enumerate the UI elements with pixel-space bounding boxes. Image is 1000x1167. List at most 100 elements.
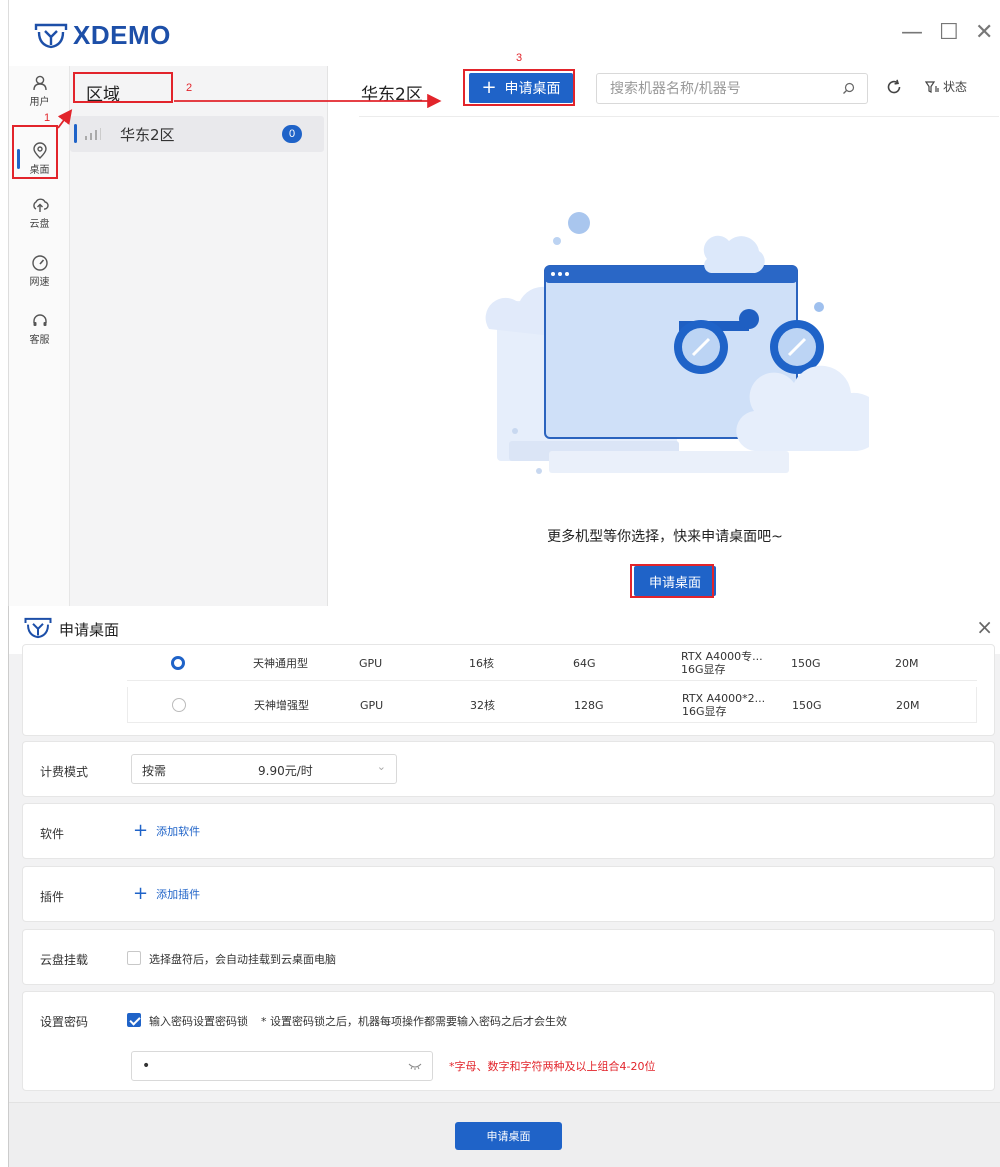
annotation-box-empty-apply xyxy=(630,564,714,598)
software-label: 软件 xyxy=(40,827,65,841)
cloud-disk-checkbox[interactable] xyxy=(127,951,141,965)
nav-item-speed[interactable]: 网速 xyxy=(9,254,70,288)
annotation-step-3: 3 xyxy=(516,52,523,64)
password-card: 设置密码 输入密码设置密码锁 * 设置密码锁之后，机器每项操作都需要输入密码之后… xyxy=(22,991,995,1091)
filter-icon xyxy=(925,80,939,93)
password-hint: *字母、数字和字符两种及以上组合4-20位 xyxy=(449,1060,656,1073)
config-radio[interactable] xyxy=(172,698,186,712)
signal-icon xyxy=(85,128,101,140)
config-radio-selected[interactable] xyxy=(171,656,185,670)
status-filter[interactable]: 状态 xyxy=(925,78,967,95)
cloud-upload-icon xyxy=(32,198,49,212)
plus-icon: + xyxy=(133,883,149,904)
config-gpu-vram: 16G显存 xyxy=(682,705,727,718)
config-bandwidth: 20M xyxy=(895,656,919,670)
header-divider xyxy=(359,116,999,117)
password-field[interactable]: • xyxy=(131,1051,433,1081)
filter-label: 状态 xyxy=(943,80,968,94)
config-bandwidth: 20M xyxy=(896,698,920,712)
password-lock-checkbox[interactable] xyxy=(127,1013,141,1027)
config-gpu: RTX A4000专... 16G显存 xyxy=(681,645,763,681)
config-gpu-model: RTX A4000*2... xyxy=(682,692,766,705)
annotation-step-1: 1 xyxy=(44,112,51,124)
minimize-button[interactable]: — xyxy=(901,22,923,44)
config-disk: 150G xyxy=(791,656,821,670)
config-type: GPU xyxy=(360,698,384,712)
submit-apply-button[interactable]: 申请桌面 xyxy=(455,1122,562,1150)
app-logo: XDEMO xyxy=(33,20,171,51)
nav-item-support[interactable]: 客服 xyxy=(9,312,70,346)
main-content: 华东2区 + 申请桌面 状态 xyxy=(329,66,1000,606)
config-row[interactable]: 天神增强型 GPU 32核 128G RTX A4000*2... 16G显存 … xyxy=(127,687,977,723)
dialog-footer: 申请桌面 xyxy=(9,1102,1000,1167)
empty-state-text: 更多机型等你选择，快来申请桌面吧~ xyxy=(547,529,783,545)
search-box xyxy=(596,73,868,104)
password-note: * 设置密码锁之后，机器每项操作都需要输入密码之后才会生效 xyxy=(261,1015,567,1028)
nav-label-cloud-disk: 云盘 xyxy=(29,219,50,230)
region-panel: 区域 华东2区 0 xyxy=(70,66,328,606)
billing-select[interactable]: 按需 9.90元/时 ⌄ xyxy=(131,754,397,784)
config-name: 天神增强型 xyxy=(254,699,309,712)
config-row[interactable]: 天神通用型 GPU 16核 64G RTX A4000专... 16G显存 15… xyxy=(127,645,977,681)
user-icon xyxy=(32,75,47,91)
config-cpu: 32核 xyxy=(470,699,495,712)
page: XDEMO — ☐ ✕ 用户 桌面 云盘 网速 客服 区域 华东2区 0 华东2… xyxy=(0,0,1000,1167)
maximize-button[interactable]: ☐ xyxy=(939,22,959,44)
dialog-close-button[interactable]: × xyxy=(976,617,993,637)
config-table-card: 天神通用型 GPU 16核 64G RTX A4000专... 16G显存 15… xyxy=(22,644,995,736)
password-lock-text: 输入密码设置密码锁 xyxy=(149,1015,248,1028)
annotation-box-region xyxy=(73,72,173,103)
config-gpu-vram: 16G显存 xyxy=(681,663,726,676)
billing-card: 计费模式 按需 9.90元/时 ⌄ xyxy=(22,741,995,797)
search-input[interactable] xyxy=(597,74,827,103)
billing-price: 9.90元/时 xyxy=(258,764,313,778)
nav-label-speed: 网速 xyxy=(29,277,50,288)
config-memory: 128G xyxy=(574,698,604,712)
logo-icon xyxy=(24,617,52,639)
app-name: XDEMO xyxy=(73,20,171,50)
region-count-badge: 0 xyxy=(282,125,302,143)
region-name: 华东2区 xyxy=(120,126,175,144)
config-name: 天神通用型 xyxy=(253,657,308,670)
plugin-card: 插件 + 添加插件 xyxy=(22,866,995,922)
add-software-link[interactable]: + 添加软件 xyxy=(133,822,200,840)
dialog-title: 申请桌面 xyxy=(59,621,120,639)
cloud-disk-label: 云盘挂载 xyxy=(40,953,89,967)
add-plugin-link[interactable]: + 添加插件 xyxy=(133,885,200,903)
cloud-disk-text: 选择盘符后，会自动挂载到云桌面电脑 xyxy=(149,953,336,966)
search-icon[interactable] xyxy=(842,82,855,95)
region-selected-bar xyxy=(74,124,77,143)
logo-icon xyxy=(34,23,68,48)
region-item[interactable]: 华东2区 0 xyxy=(70,116,324,152)
config-cpu: 16核 xyxy=(469,657,494,670)
close-button[interactable]: ✕ xyxy=(975,22,993,44)
eye-closed-icon[interactable] xyxy=(408,1062,422,1070)
add-plugin-label: 添加插件 xyxy=(156,888,201,901)
password-label: 设置密码 xyxy=(40,1015,89,1029)
page-title: 华东2区 xyxy=(361,85,423,105)
config-gpu-model: RTX A4000专... xyxy=(681,650,763,663)
nav-item-user[interactable]: 用户 xyxy=(9,74,70,108)
config-gpu: RTX A4000*2... 16G显存 xyxy=(682,687,765,723)
plugin-label: 插件 xyxy=(40,890,65,904)
software-card: 软件 + 添加软件 xyxy=(22,803,995,859)
annotation-box-apply xyxy=(463,69,575,106)
annotation-step-2: 2 xyxy=(186,82,193,94)
refresh-icon[interactable] xyxy=(885,78,903,96)
cloud-disk-card: 云盘挂载 选择盘符后，会自动挂载到云桌面电脑 xyxy=(22,929,995,985)
annotation-box-nav-desktop xyxy=(12,125,58,179)
plus-icon: + xyxy=(133,820,149,841)
nav-label-support: 客服 xyxy=(29,335,50,346)
add-software-label: 添加软件 xyxy=(156,825,201,838)
nav-item-cloud-disk[interactable]: 云盘 xyxy=(9,196,70,230)
billing-label: 计费模式 xyxy=(40,765,89,779)
password-value: • xyxy=(142,1058,151,1074)
apply-desktop-dialog: 申请桌面 × 天神通用型 GPU 16核 64G RTX A4000专... 1… xyxy=(8,606,1000,1167)
title-bar: XDEMO — ☐ ✕ xyxy=(9,0,1000,66)
chevron-down-icon: ⌄ xyxy=(376,760,386,773)
billing-mode: 按需 xyxy=(142,764,167,778)
empty-state-illustration xyxy=(485,212,869,474)
config-memory: 64G xyxy=(573,656,596,670)
config-type: GPU xyxy=(359,656,383,670)
speed-gauge-icon xyxy=(31,255,48,271)
